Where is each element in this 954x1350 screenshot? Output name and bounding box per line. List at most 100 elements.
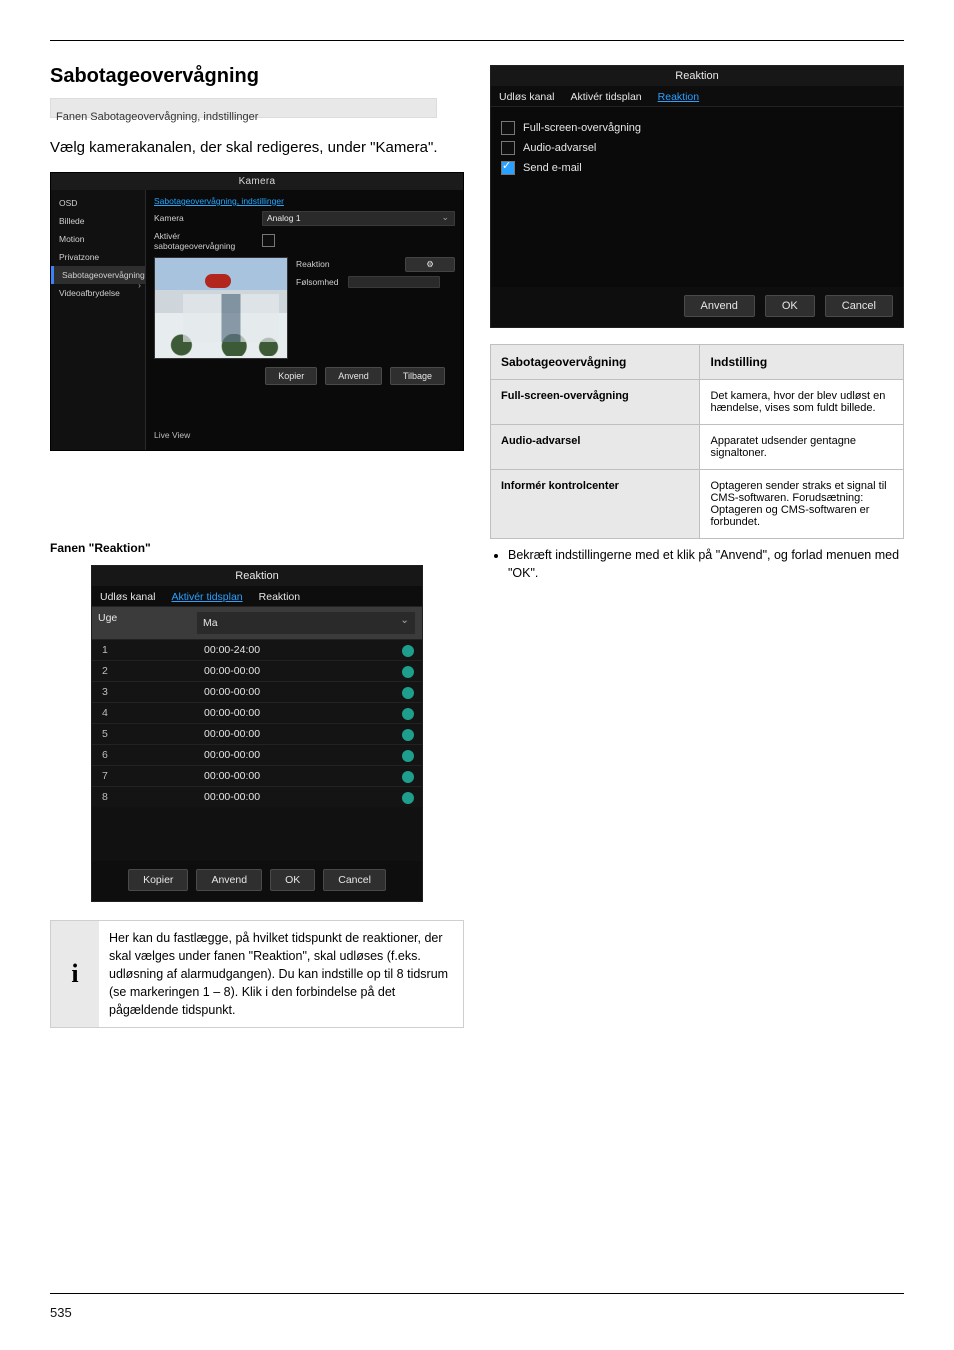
panel2-caption: Fanen "Reaktion" (50, 541, 464, 555)
schedule-row[interactable]: 600:00-00:00 (92, 744, 422, 765)
section-heading: Sabotageovervågning (50, 65, 464, 88)
apply-button[interactable]: Anvend (325, 367, 382, 385)
sidebar-item[interactable]: Videoafbrydelse (51, 284, 145, 302)
schedule-row-time[interactable]: 00:00-00:00 (198, 724, 422, 744)
sidebar-item[interactable]: Motion (51, 230, 145, 248)
panel3-title: Reaktion (491, 66, 903, 86)
bullet-item: Bekræft indstillingerne med et klik på "… (508, 547, 904, 582)
info-note: i Her kan du fastlægge, på hvilket tidsp… (50, 920, 464, 1029)
sidebar-item[interactable]: OSD (51, 194, 145, 212)
info-icon: i (51, 921, 99, 1028)
p3-tab-trigger-channel[interactable]: Udløs kanal (499, 91, 554, 103)
clock-icon[interactable] (402, 792, 414, 804)
reaction-option[interactable]: Full-screen-overvågning (501, 121, 893, 135)
checkbox[interactable] (501, 141, 515, 155)
camera-label: Kamera (154, 213, 262, 223)
p3-tab-schedule[interactable]: Aktivér tidsplan (570, 91, 641, 103)
schedule-row-time[interactable]: 00:00-00:00 (198, 766, 422, 786)
clock-icon[interactable] (402, 708, 414, 720)
schedule-row-num: 4 (92, 703, 198, 723)
schedule-row-time[interactable]: 00:00-00:00 (198, 661, 422, 681)
th-setting: Indstilling (700, 345, 904, 380)
schedule-row-time[interactable]: 00:00-00:00 (198, 745, 422, 765)
schedule-row-num: 2 (92, 661, 198, 681)
checkbox[interactable] (501, 121, 515, 135)
schedule-row-num: 5 (92, 724, 198, 744)
checkbox[interactable] (501, 161, 515, 175)
row-audio-label: Audio-advarsel (491, 425, 700, 470)
schedule-row-time[interactable]: 00:00-00:00 (198, 703, 422, 723)
panel3-tabs: Udløs kanal Aktivér tidsplan Reaktion (491, 86, 903, 107)
schedule-row[interactable]: 200:00-00:00 (92, 660, 422, 681)
reaction-option[interactable]: Audio-advarsel (501, 141, 893, 155)
schedule-row[interactable]: 800:00-00:00 (92, 786, 422, 807)
row-audio-desc: Apparatet udsender gentagne signaltoner. (700, 425, 904, 470)
schedule-col-week: Uge (92, 607, 190, 639)
settings-link[interactable]: Sabotageovervågning, indstillinger (154, 196, 455, 206)
info-text: Her kan du fastlægge, på hvilket tidspun… (99, 921, 463, 1028)
tab-schedule[interactable]: Aktivér tidsplan (171, 591, 242, 603)
reaction-option-label: Full-screen-overvågning (523, 122, 641, 134)
p3-ok-button[interactable]: OK (765, 295, 815, 317)
row-notify-label: Informér kontrolcenter (491, 470, 700, 539)
intro-text: Vælg kamerakanalen, der skal redigeres, … (50, 137, 464, 158)
sidebar-item[interactable]: Billede (51, 212, 145, 230)
p2-ok-button[interactable]: OK (270, 869, 315, 891)
schedule-row-num: 1 (92, 640, 198, 660)
day-select[interactable]: Ma (196, 611, 416, 635)
clock-icon[interactable] (402, 750, 414, 762)
row-fullscreen-label: Full-screen-overvågning (491, 380, 700, 425)
sidebar: OSD Billede Motion Privatzone Sabotageov… (51, 190, 146, 450)
clock-icon[interactable] (402, 729, 414, 741)
reaction-option-label: Audio-advarsel (523, 142, 596, 154)
enable-checkbox[interactable] (262, 234, 275, 247)
sidebar-item-selected[interactable]: Sabotageovervågning (51, 266, 145, 284)
sidebar-item[interactable]: Privatzone (51, 248, 145, 266)
tab-label-text: Fanen Sabotageovervågning, indstillinger (56, 110, 464, 125)
schedule-row[interactable]: 100:00-24:00 (92, 639, 422, 660)
schedule-row-time[interactable]: 00:00-24:00 (198, 640, 422, 660)
schedule-row[interactable]: 400:00-00:00 (92, 702, 422, 723)
live-view-link[interactable]: Live View (154, 430, 190, 440)
tab-trigger-channel[interactable]: Udløs kanal (100, 591, 155, 603)
p3-apply-button[interactable]: Anvend (684, 295, 755, 317)
clock-icon[interactable] (402, 771, 414, 783)
page-number: 535 (50, 1305, 72, 1320)
th-param: Sabotageovervågning (491, 345, 700, 380)
reaction-label: Reaktion (296, 259, 348, 269)
reaction-gear-button[interactable]: ⚙ (405, 257, 455, 272)
p2-copy-button[interactable]: Kopier (128, 869, 188, 891)
clock-icon[interactable] (402, 687, 414, 699)
p3-cancel-button[interactable]: Cancel (825, 295, 893, 317)
p3-tab-reaction[interactable]: Reaktion (658, 91, 699, 103)
tab-reaction[interactable]: Reaktion (259, 591, 300, 603)
back-button[interactable]: Tilbage (390, 367, 445, 385)
p2-cancel-button[interactable]: Cancel (323, 869, 386, 891)
reaction-option[interactable]: Send e-mail (501, 161, 893, 175)
schedule-row-num: 3 (92, 682, 198, 702)
panel-title: Kamera (51, 173, 463, 190)
schedule-panel: Reaktion Udløs kanal Aktivér tidsplan Re… (91, 565, 423, 902)
enable-label: Aktivér sabotageovervågning (154, 231, 262, 251)
row-fullscreen-desc: Det kamera, hvor der blev udløst en hænd… (700, 380, 904, 425)
schedule-row-num: 8 (92, 787, 198, 807)
description-table: Sabotageovervågning Indstilling Full-scr… (490, 344, 904, 539)
schedule-row-num: 7 (92, 766, 198, 786)
schedule-row-time[interactable]: 00:00-00:00 (198, 787, 422, 807)
schedule-row[interactable]: 500:00-00:00 (92, 723, 422, 744)
p2-apply-button[interactable]: Anvend (196, 869, 262, 891)
schedule-row[interactable]: 300:00-00:00 (92, 681, 422, 702)
panel2-tabs: Udløs kanal Aktivér tidsplan Reaktion (92, 586, 422, 607)
schedule-row[interactable]: 700:00-00:00 (92, 765, 422, 786)
sensitivity-label: Følsomhed (296, 277, 348, 287)
bullet-list: Bekræft indstillingerne med et klik på "… (508, 547, 904, 582)
clock-icon[interactable] (402, 645, 414, 657)
clock-icon[interactable] (402, 666, 414, 678)
copy-button[interactable]: Kopier (265, 367, 317, 385)
camera-select[interactable]: Analog 1 (262, 211, 455, 226)
schedule-row-time[interactable]: 00:00-00:00 (198, 682, 422, 702)
sensitivity-field[interactable] (348, 276, 440, 288)
row-notify-desc: Optageren sender straks et signal til CM… (700, 470, 904, 539)
camera-settings-panel: Kamera OSD Billede Motion Privatzone Sab… (50, 172, 464, 451)
panel2-title: Reaktion (92, 566, 422, 586)
